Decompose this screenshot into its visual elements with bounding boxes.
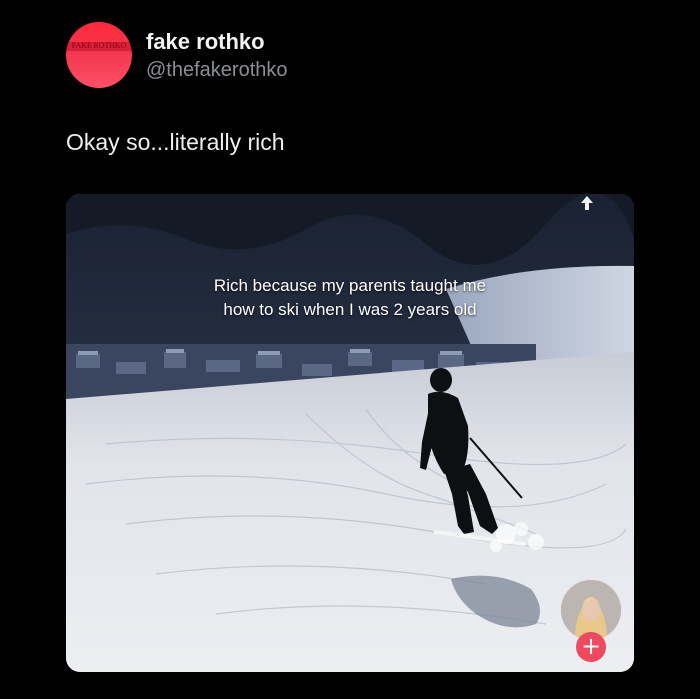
tweet-media[interactable]: Rich because my parents taught me how to… <box>66 194 634 672</box>
tweet-text: Okay so...literally rich <box>66 129 285 155</box>
avatar-logo-text: FAKE ROTHKO <box>71 41 127 50</box>
video-caption: Rich because my parents taught me how to… <box>213 276 487 319</box>
author-display-name[interactable]: fake rothko <box>146 29 288 55</box>
share-icon[interactable] <box>576 194 598 216</box>
author-handle[interactable]: @thefakerothko <box>146 58 288 82</box>
author-avatar[interactable]: FAKE ROTHKO <box>66 22 132 88</box>
tweet-header: FAKE ROTHKO fake rothko @thefakerothko <box>66 22 646 90</box>
ski-scene-image <box>66 194 634 672</box>
follow-creator-button[interactable]: + <box>576 632 606 662</box>
creator-photo-icon <box>561 580 621 640</box>
author-names: fake rothko @thefakerothko <box>146 29 288 82</box>
